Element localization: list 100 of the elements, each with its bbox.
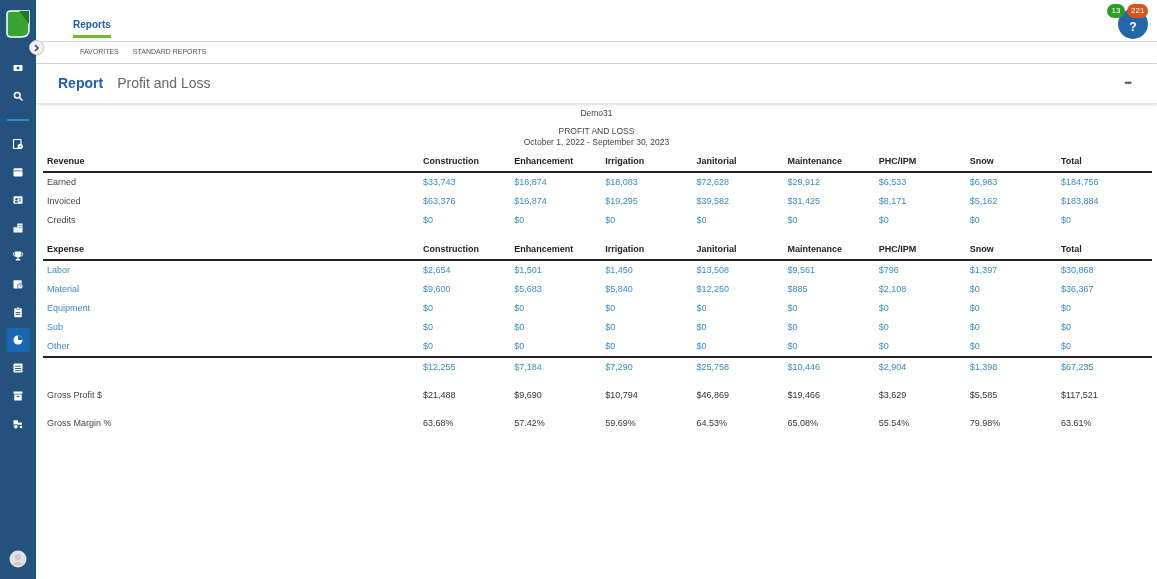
calendar-check-icon (12, 138, 24, 150)
amount-cell: $19,295 (605, 195, 638, 206)
amount-cell: $0 (787, 214, 798, 225)
row-label: Earned (46, 176, 77, 187)
amount-cell: $184,756 (1060, 176, 1099, 187)
category-link[interactable]: Equipment (43, 302, 91, 313)
amount-cell: $9,561 (787, 264, 816, 275)
amount-cell: $0 (696, 214, 707, 225)
clipboard-icon (12, 306, 24, 318)
trophy-icon (12, 250, 24, 262)
amount-cell: $0 (514, 321, 525, 332)
chevron-right-icon (33, 43, 40, 52)
total-cell: $7,290 (605, 361, 633, 372)
report-title: PROFIT AND LOSS (558, 126, 635, 137)
amount-cell: $885 (787, 283, 808, 294)
amount-cell: $3,629 (878, 389, 907, 400)
column-header: Janitorial (696, 243, 737, 254)
amount-cell: $0 (605, 214, 616, 225)
amount-cell: $0 (605, 321, 616, 332)
amount-cell: $0 (878, 302, 889, 313)
amount-cell: 79.98% (969, 417, 1001, 428)
search-icon (12, 90, 24, 102)
amount-cell: 63.61% (1060, 417, 1092, 428)
total-cell: $2,904 (878, 361, 907, 372)
amount-cell: $0 (969, 283, 980, 294)
column-header: Irrigation (605, 155, 645, 166)
amount-cell: $0 (605, 340, 616, 351)
category-link[interactable]: Labor (43, 264, 71, 275)
tab[interactable]: Reports (73, 0, 111, 38)
total-cell: $1,398 (969, 361, 998, 372)
column-header: Enhancement (514, 243, 574, 254)
amount-cell: $0 (514, 340, 525, 351)
amount-cell: $5,585 (969, 389, 998, 400)
report-period: October 1, 2022 - September 30, 2023 (523, 137, 670, 148)
amount-cell: $29,912 (787, 176, 821, 187)
category-link[interactable]: Material (43, 283, 79, 294)
section-header: Revenue (46, 155, 85, 166)
amount-cell: $13,508 (696, 264, 729, 275)
column-header: Irrigation (605, 243, 645, 254)
amount-cell: $117,521 (1060, 389, 1098, 400)
total-cell: $67,235 (1060, 361, 1094, 372)
amount-cell: $0 (696, 321, 707, 332)
amount-cell: $0 (423, 214, 433, 225)
avatar-icon[interactable] (9, 550, 27, 568)
archive-icon (12, 390, 24, 402)
amount-cell: $10,794 (605, 389, 638, 400)
amount-cell: $39,582 (696, 195, 729, 206)
amount-cell: $0 (787, 321, 798, 332)
amount-cell: $5,683 (514, 283, 542, 294)
amount-cell: $31,425 (787, 195, 821, 206)
nav-button[interactable] (6, 328, 30, 352)
contact-card-icon (12, 194, 24, 206)
amount-cell: $0 (1060, 302, 1071, 313)
column-header: Total (1060, 243, 1082, 254)
count-badge: 13 (1107, 4, 1125, 18)
amount-cell: $33,743 (423, 176, 456, 187)
amount-cell: $21,488 (423, 389, 456, 400)
column-header: Construction (423, 243, 479, 254)
total-cell: $25,758 (696, 361, 729, 372)
amount-cell: $2,654 (423, 264, 451, 275)
row-label: Gross Margin % (46, 417, 112, 428)
amount-cell: $0 (423, 321, 433, 332)
amount-cell: $0 (878, 214, 889, 225)
amount-cell: $9,600 (423, 283, 451, 294)
column-header: Maintenance (787, 243, 842, 254)
amount-cell: $5,840 (605, 283, 633, 294)
amount-cell: $6,983 (969, 176, 998, 187)
column-header: Construction (423, 155, 479, 166)
logo-icon[interactable] (5, 10, 31, 38)
section-header: Expense (46, 243, 85, 254)
amount-cell: $0 (1060, 214, 1071, 225)
amount-cell: $1,397 (969, 264, 998, 275)
amount-cell: 64.53% (696, 417, 727, 428)
column-header: PHC/IPM (878, 243, 917, 254)
amount-cell: $0 (969, 340, 980, 351)
tractor-icon (12, 418, 24, 430)
column-header: Enhancement (514, 155, 574, 166)
amount-cell: $0 (696, 302, 707, 313)
amount-cell: $2,108 (878, 283, 907, 294)
row-label: Gross Profit $ (46, 389, 102, 400)
amount-cell: $0 (878, 321, 889, 332)
amount-cell: $46,869 (696, 389, 729, 400)
amount-cell: 57.42% (514, 417, 545, 428)
column-header: Janitorial (696, 155, 737, 166)
category-link[interactable]: Other (43, 340, 70, 351)
amount-cell: $16,874 (514, 195, 547, 206)
amount-cell: $0 (787, 302, 798, 313)
amount-cell: $6,533 (878, 176, 907, 187)
amount-cell: $0 (514, 214, 525, 225)
row-label: Credits (46, 214, 76, 225)
pie-chart-icon (12, 334, 24, 346)
amount-cell: $1,501 (514, 264, 542, 275)
amount-cell: $12,250 (696, 283, 729, 294)
more-button[interactable]: ••• (1124, 76, 1131, 91)
amount-cell: $36,367 (1060, 283, 1094, 294)
category-link[interactable]: Sub (43, 321, 63, 332)
column-header: Snow (969, 155, 994, 166)
amount-cell: $8,171 (878, 195, 907, 206)
cash-icon (12, 62, 24, 74)
column-header: Maintenance (787, 155, 842, 166)
